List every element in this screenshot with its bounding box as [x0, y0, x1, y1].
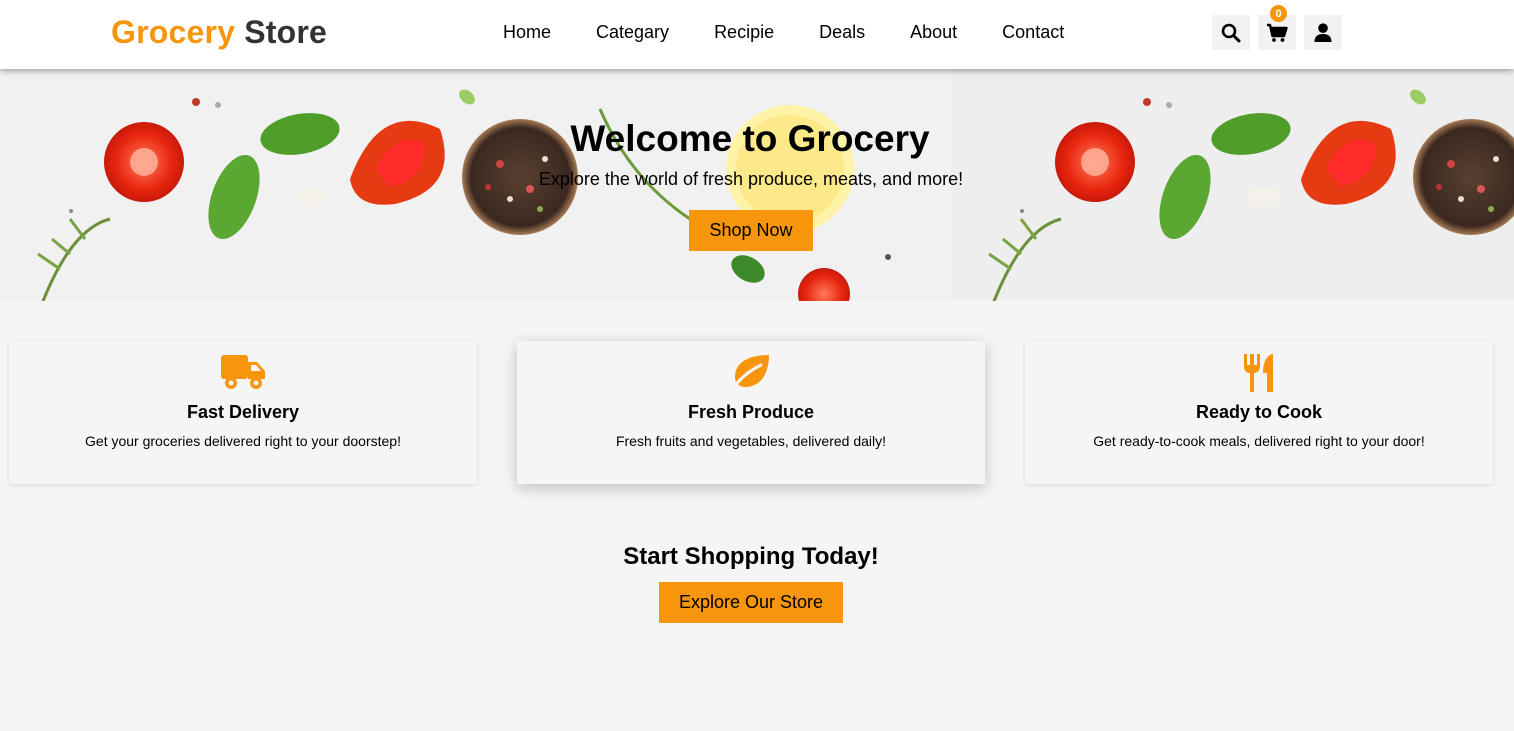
utensils-icon: [1244, 354, 1273, 392]
nav-category[interactable]: Categary: [596, 22, 669, 43]
feature-card-ready-to-cook: Ready to Cook Get ready-to-cook meals, d…: [1025, 341, 1493, 484]
explore-store-button[interactable]: Explore Our Store: [659, 582, 843, 623]
main-nav: Home Categary Recipie Deals About Contac…: [503, 22, 1109, 43]
cart-button[interactable]: 0: [1258, 5, 1296, 50]
search-button[interactable]: [1212, 15, 1250, 50]
feature-title: Fresh Produce: [687, 402, 815, 422]
feature-title: Fast Delivery: [186, 402, 300, 422]
hero-title: Welcome to Grocery: [570, 118, 930, 159]
feature-text: Get your groceries delivered right to yo…: [85, 433, 401, 449]
feature-card-delivery: Fast Delivery Get your groceries deliver…: [9, 341, 477, 484]
logo-word-grocery: Grocery: [111, 14, 236, 50]
cart-icon: [1267, 23, 1288, 42]
cta-title: Start Shopping Today!: [623, 543, 879, 570]
feature-text: Get ready-to-cook meals, delivered right…: [1093, 433, 1425, 449]
shop-now-button[interactable]: Shop Now: [689, 210, 813, 251]
leaf-icon: [731, 355, 769, 391]
nav-contact[interactable]: Contact: [1002, 22, 1064, 43]
site-logo[interactable]: Grocery Store: [111, 14, 327, 51]
search-icon: [1221, 23, 1241, 42]
nav-recipe[interactable]: Recipie: [714, 22, 774, 43]
hero-banner: Welcome to Grocery Explore the world of …: [0, 69, 1514, 301]
nav-deals[interactable]: Deals: [819, 22, 865, 43]
user-icon: [1314, 22, 1332, 42]
cart-count-badge: 0: [1270, 5, 1287, 22]
nav-home[interactable]: Home: [503, 22, 551, 43]
truck-icon: [221, 355, 265, 389]
site-header: Grocery Store Home Categary Recipie Deal…: [0, 0, 1514, 69]
account-button[interactable]: [1304, 15, 1342, 50]
feature-text: Fresh fruits and vegetables, delivered d…: [615, 433, 887, 449]
feature-card-produce: Fresh Produce Fresh fruits and vegetable…: [517, 341, 985, 484]
nav-about[interactable]: About: [910, 22, 957, 43]
logo-word-store: Store: [244, 14, 328, 50]
hero-subtitle: Explore the world of fresh produce, meat…: [538, 169, 964, 189]
feature-title: Ready to Cook: [1195, 402, 1323, 422]
